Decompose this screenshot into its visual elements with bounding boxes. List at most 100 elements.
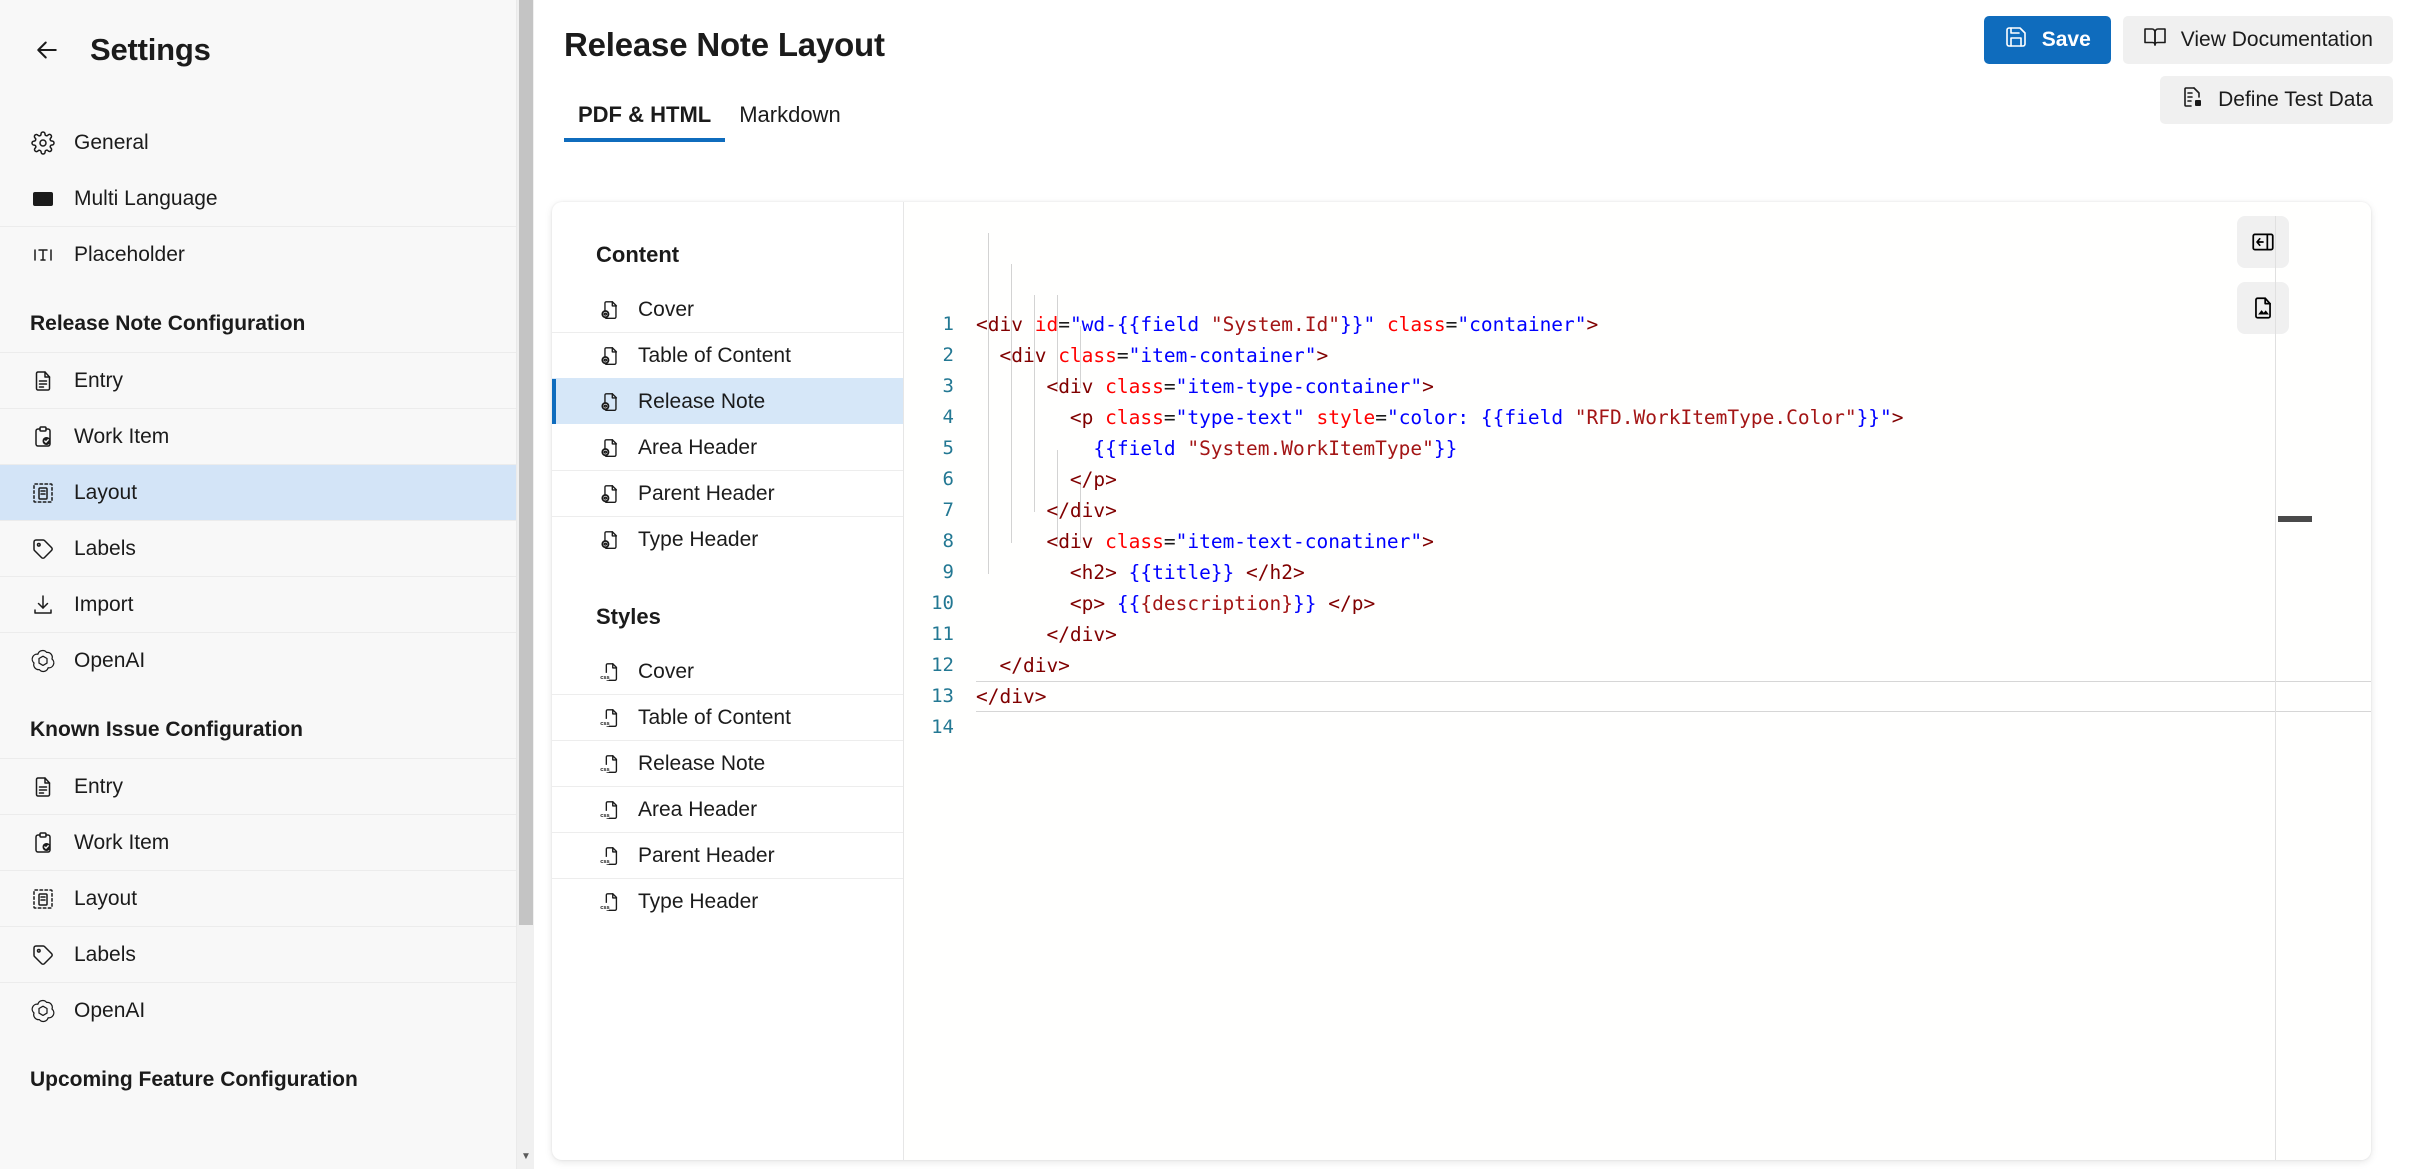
list-item-styles-table-of-content[interactable]: cssTable of Content [552, 694, 903, 740]
list-item-styles-parent-header[interactable]: cssParent Header [552, 832, 903, 878]
code-line-content[interactable]: </div> [976, 495, 2371, 526]
code-line-content[interactable]: <div id="wd-{{field "System.Id"}}" class… [976, 309, 2371, 340]
code-token: <p [1070, 406, 1105, 429]
list-item-content-parent-header[interactable]: Parent Header [552, 470, 903, 516]
sidebar-item-label: Labels [74, 537, 136, 561]
save-button[interactable]: Save [1984, 16, 2111, 64]
sidebar-item-multi-language[interactable]: AZMulti Language [0, 170, 534, 226]
header-actions-row-1: Save View Documentation [1984, 16, 2393, 64]
list-item-label: Table of Content [638, 344, 791, 368]
code-editor-content[interactable]: 1<div id="wd-{{field "System.Id"}}" clas… [904, 202, 2371, 743]
sidebar-item-layout[interactable]: Layout [0, 464, 534, 520]
list-item-content-type-header[interactable]: Type Header [552, 516, 903, 562]
code-line-content[interactable]: <p> {{{description}}} </p> [976, 588, 2371, 619]
sidebar-item-placeholder[interactable]: Placeholder [0, 226, 534, 282]
code-token: = [1164, 530, 1176, 553]
page-title: Release Note Layout [564, 26, 885, 64]
sidebar-section-title: Release Note Configuration [0, 282, 534, 352]
sidebar-item-entry[interactable]: Entry [0, 352, 534, 408]
view-documentation-button[interactable]: View Documentation [2123, 16, 2393, 64]
code-token: > [1587, 313, 1599, 336]
sidebar-item-openai[interactable]: OpenAI [0, 632, 534, 688]
list-item-styles-release-note[interactable]: cssRelease Note [552, 740, 903, 786]
code-line-content[interactable] [976, 712, 2371, 743]
code-line-content[interactable]: <div class="item-text-conatiner"> [976, 526, 2371, 557]
code-token: "type-text" [1176, 406, 1317, 429]
translate-icon: AZ [30, 186, 56, 212]
save-icon [2004, 25, 2028, 55]
line-number: 12 [904, 650, 976, 681]
code-token [976, 499, 1046, 522]
code-line-content[interactable]: {{field "System.WorkItemType"}} [976, 433, 2371, 464]
list-item-label: Parent Header [638, 844, 775, 868]
define-test-data-button[interactable]: Define Test Data [2160, 76, 2393, 124]
code-token: </p> [1328, 592, 1375, 615]
code-token: = [1446, 313, 1458, 336]
sidebar-item-labels[interactable]: Labels [0, 520, 534, 576]
sidebar-item-label: Layout [74, 481, 137, 505]
list-item-styles-type-header[interactable]: cssType Header [552, 878, 903, 924]
clipboard-check-icon [30, 830, 56, 856]
list-item-content-cover[interactable]: Cover [552, 286, 903, 332]
sidebar-item-import[interactable]: Import [0, 576, 534, 632]
code-line-content[interactable]: <p class="type-text" style="color: {{fie… [976, 402, 2371, 433]
line-number: 8 [904, 526, 976, 557]
tab-pdf-html[interactable]: PDF & HTML [564, 96, 725, 142]
minimap-slider[interactable] [2278, 516, 2312, 522]
sidebar-item-openai[interactable]: OpenAI [0, 982, 534, 1038]
code-line-content[interactable]: <div class="item-type-container"> [976, 371, 2371, 402]
tag-icon [30, 536, 56, 562]
editor-minimap[interactable] [2275, 216, 2337, 1160]
code-token: class [1058, 344, 1117, 367]
sidebar-item-entry[interactable]: Entry [0, 758, 534, 814]
arrow-left-icon[interactable] [30, 33, 64, 67]
code-editor[interactable]: 1<div id="wd-{{field "System.Id"}}" clas… [904, 202, 2371, 1160]
code-line-content[interactable]: </div> [976, 619, 2371, 650]
list-item-styles-cover[interactable]: cssCover [552, 648, 903, 694]
sidebar-item-label: Work Item [74, 831, 169, 855]
code-token: class [1105, 406, 1164, 429]
html-file-icon [598, 482, 622, 506]
sidebar-scrollbar-thumb[interactable] [519, 0, 533, 925]
chevron-down-icon[interactable]: ▼ [517, 1147, 534, 1165]
code-token: class [1105, 375, 1164, 398]
list-item-content-release-note[interactable]: Release Note [552, 378, 903, 424]
code-token [976, 561, 1070, 584]
view-documentation-label: View Documentation [2181, 28, 2373, 52]
code-token: > [1422, 530, 1434, 553]
sidebar-item-work-item[interactable]: Work Item [0, 408, 534, 464]
code-token: class [1105, 530, 1164, 553]
sidebar-item-general[interactable]: General [0, 114, 534, 170]
sidebar-item-label: Placeholder [74, 243, 185, 267]
code-token: > [1422, 375, 1434, 398]
sidebar-item-work-item[interactable]: Work Item [0, 814, 534, 870]
code-line-content[interactable]: </div> [976, 681, 2371, 712]
sidebar-item-labels[interactable]: Labels [0, 926, 534, 982]
code-line: 12 </div> [904, 650, 2371, 681]
list-item-content-area-header[interactable]: Area Header [552, 424, 903, 470]
svg-text:css: css [600, 720, 609, 726]
list-item-styles-area-header[interactable]: cssArea Header [552, 786, 903, 832]
test-data-icon [2180, 85, 2204, 115]
code-token: </div> [1046, 499, 1116, 522]
line-number: 7 [904, 495, 976, 526]
openai-icon [30, 998, 56, 1024]
code-token: "System.WorkItemType" [1187, 437, 1434, 460]
css-file-icon: css [598, 706, 622, 730]
code-line-content[interactable]: <div class="item-container"> [976, 340, 2371, 371]
code-token: }} [1434, 437, 1457, 460]
code-line-content[interactable]: </div> [976, 650, 2371, 681]
sidebar-scrollbar[interactable]: ▼ [516, 0, 534, 1169]
layout-list-pane: ContentCoverTable of ContentRelease Note… [552, 202, 904, 1160]
code-line: 1<div id="wd-{{field "System.Id"}}" clas… [904, 309, 2371, 340]
editor-vertical-scrollbar[interactable] [2357, 202, 2371, 1160]
sidebar-item-layout[interactable]: Layout [0, 870, 534, 926]
code-line-content[interactable]: </p> [976, 464, 2371, 495]
code-line-content[interactable]: <h2> {{title}} </h2> [976, 557, 2371, 588]
list-item-content-table-of-content[interactable]: Table of Content [552, 332, 903, 378]
code-token: {{field [1117, 313, 1211, 336]
code-token: = [1117, 344, 1129, 367]
tab-markdown[interactable]: Markdown [725, 96, 854, 142]
code-token: </div> [999, 654, 1069, 677]
svg-text:css: css [600, 812, 609, 818]
